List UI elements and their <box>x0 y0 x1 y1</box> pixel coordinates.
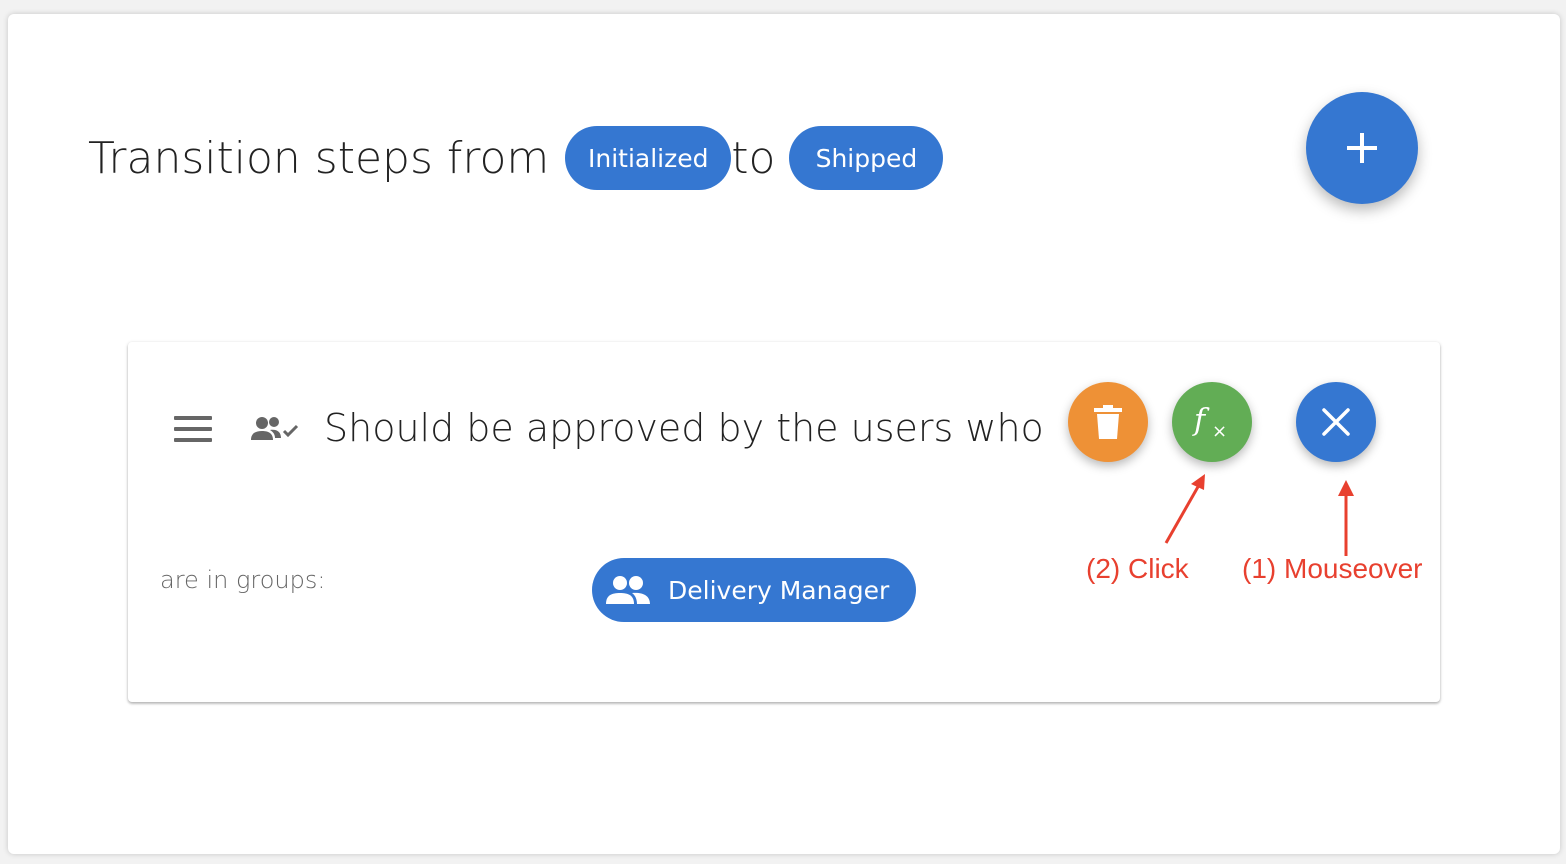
step-card: Should be approved by the users who f × … <box>128 342 1440 702</box>
title-connector: to <box>731 132 776 184</box>
transition-header: Transition steps from Initialized to Shi… <box>88 126 944 190</box>
menu-icon[interactable] <box>174 416 212 446</box>
group-chip-delivery-manager[interactable]: Delivery Manager <box>592 558 916 622</box>
formula-button[interactable]: f × <box>1172 382 1252 462</box>
add-step-button[interactable] <box>1306 92 1418 204</box>
groups-label: are in groups: <box>160 566 326 594</box>
svg-text:×: × <box>1212 421 1227 442</box>
close-button[interactable] <box>1296 382 1376 462</box>
svg-text:f: f <box>1192 403 1210 438</box>
people-icon <box>606 576 650 604</box>
function-fx-icon: f × <box>1192 403 1227 442</box>
group-chip-label: Delivery Manager <box>668 575 890 605</box>
group-check-icon <box>251 417 299 440</box>
trash-icon <box>1094 405 1122 439</box>
annotation-mouseover-label: (1) Mouseover <box>1242 553 1423 584</box>
step-description: Should be approved by the users who <box>324 406 1044 450</box>
delete-button[interactable] <box>1068 382 1148 462</box>
page-title: Transition steps from <box>88 132 550 184</box>
plus-icon <box>1347 133 1377 163</box>
transition-panel: Transition steps from Initialized to Shi… <box>8 14 1560 854</box>
from-state-chip[interactable]: Initialized <box>565 126 732 190</box>
annotation-click-label: (2) Click <box>1086 553 1189 584</box>
to-state-chip[interactable]: Shipped <box>789 126 944 190</box>
close-icon <box>1322 408 1350 436</box>
